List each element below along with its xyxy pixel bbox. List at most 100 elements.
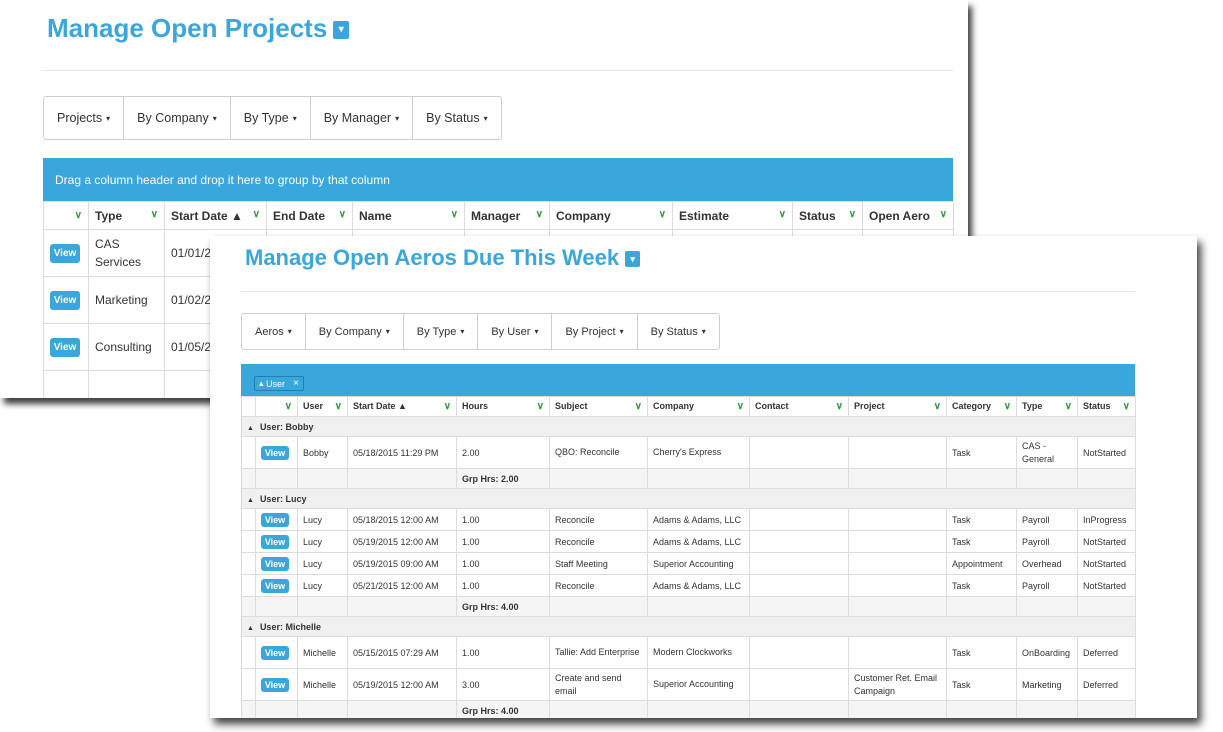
column-header-end-date[interactable]: End Date ∨ <box>266 201 353 230</box>
cell-contact <box>749 552 849 575</box>
column-header-estimate[interactable]: Estimate ∨ <box>672 201 793 230</box>
tab-by-company[interactable]: By Company ▾ <box>124 97 231 139</box>
column-header-hours[interactable]: Hours ∨ <box>456 396 550 417</box>
filter-icon[interactable]: ∨ <box>339 209 346 220</box>
column-header-start-date[interactable]: Start Date ▲ ∨ <box>347 396 457 417</box>
tab-by-project[interactable]: By Project ▾ <box>552 314 638 349</box>
view-button[interactable]: View <box>261 445 289 460</box>
tab-aeros[interactable]: Aeros ▾ <box>242 314 306 349</box>
column-header-company[interactable]: Company ∨ <box>647 396 750 417</box>
cell-type: Marketing <box>88 276 165 324</box>
aeros-title-dropdown-icon[interactable]: ▾ <box>625 251 641 268</box>
cell-status: Deferred <box>1077 668 1136 701</box>
filter-icon[interactable]: ∨ <box>285 401 292 412</box>
column-header-manager[interactable]: Manager ∨ <box>464 201 550 230</box>
filter-icon[interactable]: ∨ <box>635 401 642 412</box>
projects-group-drop-zone[interactable]: Drag a column header and drop it here to… <box>43 158 953 201</box>
column-header-type[interactable]: Type ∨ <box>88 201 165 230</box>
view-button[interactable]: View <box>261 556 289 571</box>
tab-by-status[interactable]: By Status ▾ <box>413 97 501 139</box>
group-label: User: Michelle <box>259 621 321 632</box>
filter-icon[interactable]: ∨ <box>934 401 941 412</box>
cell-type: Payroll <box>1016 530 1078 553</box>
tab-projects[interactable]: Projects ▾ <box>44 97 125 139</box>
column-header-status[interactable]: Status ∨ <box>792 201 863 230</box>
filter-icon[interactable]: ∨ <box>836 401 843 412</box>
cell-project <box>848 636 947 669</box>
group-hours-total: Grp Hrs: 4.00 <box>456 700 550 718</box>
column-header-status[interactable]: Status ∨ <box>1077 396 1136 417</box>
tab-by-user[interactable]: By User ▾ <box>478 314 553 349</box>
column-header-subject[interactable]: Subject ∨ <box>549 396 648 417</box>
filter-icon[interactable]: ∨ <box>1065 401 1072 412</box>
view-button[interactable]: View <box>261 534 289 549</box>
filter-icon[interactable]: ∨ <box>1004 401 1011 412</box>
group-header-row[interactable]: ▲ User: Lucy <box>241 488 1136 509</box>
caret-down-icon: ▾ <box>212 113 217 123</box>
group-header-row[interactable]: ▲ User: Bobby <box>241 416 1136 437</box>
column-header-start-date[interactable]: Start Date ▲ ∨ <box>164 201 267 230</box>
aeros-panel: Manage Open Aeros Due This Week ▾ Aeros ▾ … <box>210 236 1197 718</box>
filter-icon[interactable]: ∨ <box>537 401 544 412</box>
filter-icon[interactable]: ∨ <box>536 209 543 220</box>
caret-down-icon: ▾ <box>483 113 488 123</box>
cell-status: NotStarted <box>1077 552 1136 575</box>
tab-label: By Type <box>416 325 457 338</box>
projects-title-dropdown-icon[interactable]: ▾ <box>333 21 350 40</box>
cell-hours: 2.00 <box>456 436 550 469</box>
filter-icon[interactable]: ∨ <box>940 209 947 220</box>
column-header-user[interactable]: User ∨ <box>297 396 348 417</box>
view-button[interactable]: View <box>261 645 289 660</box>
cell-status: NotStarted <box>1077 574 1136 597</box>
filter-icon[interactable]: ∨ <box>451 209 458 220</box>
group-footer-row: Grp Hrs: 4.00 <box>241 596 1136 617</box>
cell-company: Modern Clockworks <box>647 636 750 669</box>
column-header-name[interactable]: Name ∨ <box>352 201 465 230</box>
cell-hours: 1.00 <box>456 508 550 531</box>
filter-icon[interactable]: ∨ <box>779 209 786 220</box>
tab-by-manager[interactable]: By Manager ▾ <box>311 97 414 139</box>
view-button[interactable]: View <box>50 337 80 357</box>
cell-subject: Reconcile <box>549 530 648 553</box>
filter-icon[interactable]: ∨ <box>335 401 342 412</box>
filter-icon[interactable]: ∨ <box>151 209 158 220</box>
filter-icon[interactable]: ∨ <box>253 209 260 220</box>
column-header-type[interactable]: Type ∨ <box>1016 396 1078 417</box>
tab-by-status[interactable]: By Status ▾ <box>638 314 719 349</box>
collapse-icon[interactable]: ▲ <box>247 625 254 632</box>
group-chip-user[interactable]: ▴ User × <box>254 376 304 391</box>
aeros-group-drop-zone[interactable]: ▴ User × <box>241 364 1135 396</box>
view-button[interactable]: View <box>50 290 80 310</box>
group-header-row[interactable]: ▲ User: Michelle <box>241 616 1136 637</box>
column-header-company[interactable]: Company ∨ <box>549 201 673 230</box>
column-header-select[interactable]: ∨ <box>43 201 89 230</box>
column-header-open-aero[interactable]: Open Aero ∨ <box>862 201 954 230</box>
view-button[interactable]: View <box>261 677 289 692</box>
filter-icon[interactable]: ∨ <box>444 401 451 412</box>
cell-type: Consulting <box>88 323 165 371</box>
filter-icon[interactable]: ∨ <box>1123 401 1130 412</box>
cell-type: Marketing <box>1016 668 1078 701</box>
close-icon[interactable]: × <box>293 378 299 389</box>
tab-by-type[interactable]: By Type ▾ <box>404 314 479 349</box>
cell-contact <box>749 668 849 701</box>
collapse-icon[interactable]: ▲ <box>247 497 254 504</box>
column-header-project[interactable]: Project ∨ <box>848 396 947 417</box>
cell-category: Appointment <box>946 552 1017 575</box>
filter-icon[interactable]: ∨ <box>849 209 856 220</box>
tab-by-type[interactable]: By Type ▾ <box>231 97 311 139</box>
column-header-category[interactable]: Category ∨ <box>946 396 1017 417</box>
column-header-contact[interactable]: Contact ∨ <box>749 396 849 417</box>
filter-icon[interactable]: ∨ <box>737 401 744 412</box>
cell-subject: Staff Meeting <box>549 552 648 575</box>
view-button[interactable]: View <box>50 243 80 263</box>
filter-icon[interactable]: ∨ <box>659 209 666 220</box>
collapse-icon[interactable]: ▲ <box>247 425 254 432</box>
cell-start-date: 05/21/2015 12:00 AM <box>347 574 457 597</box>
table-row: View Michelle 05/15/2015 07:29 AM 1.00 T… <box>241 636 1136 669</box>
filter-icon[interactable]: ∨ <box>75 210 82 221</box>
view-button[interactable]: View <box>261 578 289 593</box>
view-button[interactable]: View <box>261 512 289 527</box>
column-header-select[interactable]: ∨ <box>255 396 298 417</box>
tab-by-company[interactable]: By Company ▾ <box>306 314 404 349</box>
